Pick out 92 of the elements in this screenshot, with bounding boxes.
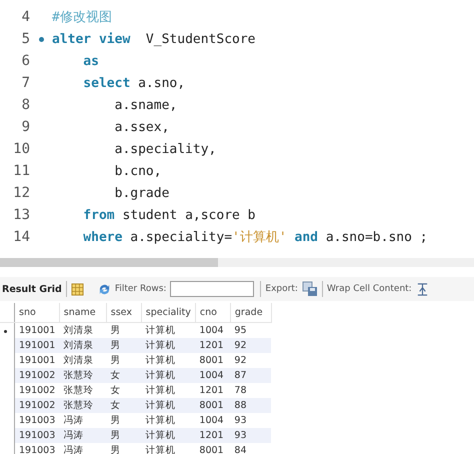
table-cell: 88 (230, 398, 272, 413)
wrap-label: Wrap Cell Content: (326, 284, 412, 294)
table-cell: 191003 (14, 413, 60, 428)
table-cell: 1201 (195, 428, 230, 443)
code-line: b.grade (114, 186, 170, 200)
table-cell: 92 (230, 353, 272, 368)
filter-label: Filter Rows: (114, 284, 166, 294)
export-icon[interactable] (302, 281, 318, 297)
table-cell: 191003 (14, 443, 60, 454)
table-cell: 93 (230, 428, 272, 443)
table-cell: 87 (230, 368, 272, 383)
refresh-icon[interactable] (98, 282, 111, 296)
table-cell: 95 (230, 322, 272, 338)
table-cell: 张慧玲 (59, 368, 106, 383)
table-cell: 191001 (14, 338, 60, 353)
table-cell: 冯涛 (59, 413, 106, 428)
column-header[interactable]: speciality (141, 303, 196, 322)
column-header[interactable]: ssex (106, 303, 142, 322)
table-cell: 张慧玲 (59, 398, 106, 413)
table-cell: 刘清泉 (59, 353, 106, 368)
line-number: 6 (20, 53, 30, 69)
table-cell: 男 (106, 428, 142, 443)
table-cell: 计算机 (141, 322, 196, 338)
table-cell: 刘清泉 (59, 338, 106, 353)
table-cell: 男 (106, 413, 142, 428)
result-grid-label: Result Grid (2, 284, 62, 294)
line-number: 4 (20, 9, 30, 25)
code-line: where a.speciality='计算机' and a.sno=b.sno ; (82, 229, 428, 246)
table-cell: 1201 (195, 383, 230, 398)
line-number: 5 (20, 31, 30, 47)
column-header[interactable]: cno (195, 303, 230, 322)
table-cell: 冯涛 (59, 428, 106, 443)
column-header[interactable]: sname (59, 303, 106, 322)
table-cell: 84 (230, 443, 272, 454)
table-cell: 男 (106, 353, 142, 368)
table-cell: 1004 (195, 413, 230, 428)
table-cell: 女 (106, 383, 142, 398)
line-number: 11 (12, 163, 30, 179)
code-line: a.speciality, (114, 142, 216, 156)
table-cell: 92 (230, 338, 272, 353)
line-number: 13 (12, 207, 30, 223)
table-cell: 计算机 (141, 383, 196, 398)
column-header[interactable]: grade (230, 303, 272, 322)
table-cell: 男 (106, 443, 142, 454)
line-number: 14 (12, 229, 30, 245)
table-cell: 191002 (14, 383, 60, 398)
scrollbar-thumb[interactable] (0, 258, 218, 267)
line-number: 10 (12, 141, 30, 157)
line-number: 12 (12, 185, 30, 201)
filter-field[interactable] (170, 281, 254, 297)
code-line: b.cno, (114, 164, 162, 178)
table-cell: 8001 (195, 398, 230, 413)
table-cell: 191001 (14, 353, 60, 368)
column-header[interactable]: sno (14, 303, 60, 322)
table-cell: 计算机 (141, 413, 196, 428)
code-line: a.sname, (114, 98, 178, 112)
table-cell: 计算机 (141, 443, 196, 454)
table-cell: 1201 (195, 338, 230, 353)
table-cell: 计算机 (141, 368, 196, 383)
code-line: alter view V_StudentScore (52, 32, 256, 46)
table-cell: 女 (106, 368, 142, 383)
table-cell: 1004 (195, 368, 230, 383)
table-cell: 计算机 (141, 428, 196, 443)
table-cell: 78 (230, 383, 272, 398)
table-cell: 计算机 (141, 338, 196, 353)
code-line: a.ssex, (114, 120, 170, 134)
table-cell: 计算机 (141, 353, 196, 368)
line-number: 8 (20, 97, 30, 113)
table-cell: 191002 (14, 398, 60, 413)
code-line: select a.sno, (82, 76, 186, 90)
table-cell: 刘清泉 (59, 322, 106, 338)
table-cell: 1004 (195, 322, 230, 338)
export-label: Export: (265, 284, 298, 294)
table-cell: 女 (106, 398, 142, 413)
table-cell: 191003 (14, 428, 60, 443)
table-cell: 191002 (14, 368, 60, 383)
wrap-icon[interactable] (416, 282, 429, 296)
table-cell: 191001 (14, 322, 60, 338)
line-number: 7 (20, 75, 30, 91)
line-number: 9 (20, 119, 30, 135)
table-cell: 计算机 (141, 398, 196, 413)
table-cell: 8001 (195, 353, 230, 368)
grid-icon[interactable] (70, 282, 84, 296)
code-line: from student a,score b (82, 208, 256, 222)
code-line: #修改视图 (52, 9, 112, 26)
table-cell: 张慧玲 (59, 383, 106, 398)
code-line: as (82, 54, 99, 68)
table-cell: 93 (230, 413, 272, 428)
table-cell: 男 (106, 338, 142, 353)
table-cell: 男 (106, 322, 142, 338)
table-cell: 8001 (195, 443, 230, 454)
table-cell: 冯涛 (59, 443, 106, 454)
